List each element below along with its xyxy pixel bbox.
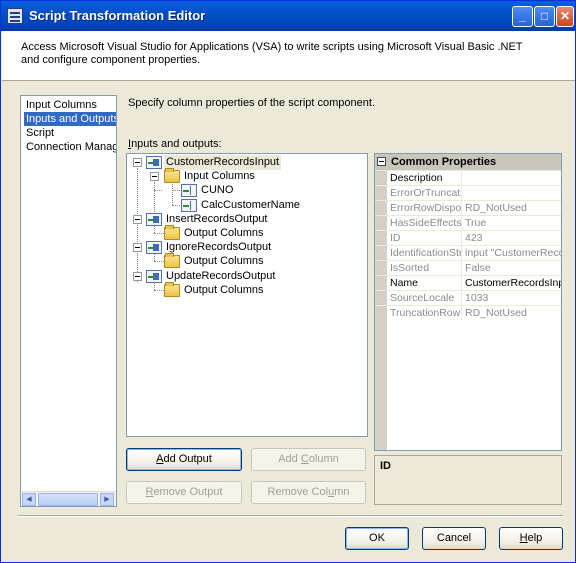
property-description-panel: ID [374, 455, 562, 505]
property-grid[interactable]: Common Properties Description ErrorOrTru… [374, 153, 562, 451]
property-description-title: ID [380, 460, 391, 472]
folder-icon [164, 253, 180, 268]
collapse-icon[interactable] [133, 215, 142, 224]
collapse-icon[interactable] [377, 157, 386, 166]
remove-column-button[interactable]: Remove Column [251, 481, 366, 504]
folder-icon [164, 282, 180, 297]
property-row-errorrowdisposition[interactable]: ErrorRowDisposi RD_NotUsed [375, 200, 561, 216]
collapse-icon[interactable] [133, 158, 142, 167]
folder-icon [164, 225, 180, 240]
inputs-outputs-label: Inputs and outputs: [128, 138, 222, 150]
app-icon [7, 8, 23, 24]
tree-node-label: Input Columns [184, 170, 255, 182]
tree-node-label: InsertRecordsOutput [166, 213, 268, 225]
property-row-truncationrowdisposition[interactable]: TruncationRowD RD_NotUsed [375, 305, 561, 321]
sidebar-item-inputs-and-outputs[interactable]: Inputs and Outputs [24, 112, 116, 126]
output-icon [146, 241, 162, 254]
property-row-errortruncation[interactable]: ErrorOrTruncatio [375, 185, 561, 201]
footer-divider [18, 515, 563, 517]
sidebar-item-input-columns[interactable]: Input Columns [24, 98, 99, 112]
output-icon [146, 213, 162, 226]
header-description: Access Microsoft Visual Studio for Appli… [21, 41, 523, 66]
tree-node-label: CustomerRecordsInput [164, 155, 282, 170]
maximize-button[interactable]: □ [534, 6, 555, 27]
cancel-button[interactable]: Cancel [422, 527, 486, 550]
header-panel: Access Microsoft Visual Studio for Appli… [2, 31, 575, 81]
scroll-right-icon[interactable]: ▶ [100, 493, 114, 506]
ok-button[interactable]: OK [345, 527, 409, 550]
property-row-identificationstring[interactable]: IdentificationStrinput "CustomerRecord [375, 245, 561, 261]
tree-node-label: Output Columns [184, 255, 264, 267]
category-label: Common Properties [391, 156, 497, 168]
collapse-icon[interactable] [133, 272, 142, 281]
scroll-thumb[interactable] [38, 493, 98, 506]
property-row-description[interactable]: Description [375, 170, 561, 186]
property-row-hassideeffects[interactable]: HasSideEffects True [375, 215, 561, 231]
output-icon [146, 270, 162, 283]
help-button[interactable]: Help [499, 527, 563, 550]
folder-icon [164, 168, 180, 183]
horizontal-scrollbar[interactable]: ◀ ▶ [21, 491, 116, 506]
close-button[interactable]: ✕ [556, 6, 574, 27]
sidebar-item-connection-managers[interactable]: Connection Managers [24, 140, 116, 154]
property-row-name[interactable]: NameCustomerRecordsInput [375, 275, 561, 291]
collapse-icon[interactable] [133, 243, 142, 252]
tree-node-label: UpdateRecordsOutput [166, 270, 276, 282]
property-row-sourcelocale[interactable]: SourceLocale 1033 [375, 290, 561, 306]
inputs-outputs-tree[interactable]: CustomerRecordsInput Input Columns CUNO … [126, 153, 368, 437]
inputs-outputs-label-text: nputs and outputs: [131, 138, 222, 150]
property-row-id[interactable]: ID 423 [375, 230, 561, 246]
input-icon [146, 156, 162, 169]
tree-node-label: Output Columns [184, 284, 264, 296]
scroll-left-icon[interactable]: ◀ [22, 493, 36, 506]
script-transformation-editor-window: Script Transformation Editor _ □ ✕ Acces… [0, 0, 576, 563]
minimize-button[interactable]: _ [512, 6, 533, 27]
window-title: Script Transformation Editor [29, 8, 206, 23]
category-common-properties[interactable]: Common Properties [375, 154, 561, 170]
collapse-icon[interactable] [150, 172, 159, 181]
title-bar[interactable]: Script Transformation Editor _ □ ✕ [1, 1, 575, 31]
add-column-button[interactable]: Add Column [251, 448, 366, 471]
page-list: Input Columns Inputs and Outputs Script … [20, 95, 117, 507]
tree-node-label: Output Columns [184, 227, 264, 239]
column-icon [181, 199, 197, 212]
page-description: Specify column properties of the script … [128, 97, 376, 109]
tree-node-label: CalcCustomerName [201, 199, 301, 211]
column-icon [181, 184, 197, 197]
add-output-button[interactable]: Add Output [126, 448, 242, 471]
tree-node-label: IgnoreRecordsOutput [166, 241, 272, 253]
sidebar-item-script[interactable]: Script [24, 126, 56, 140]
remove-output-button[interactable]: Remove Output [126, 481, 242, 504]
property-row-issorted[interactable]: IsSorted False [375, 260, 561, 276]
tree-node-label: CUNO [201, 184, 234, 196]
